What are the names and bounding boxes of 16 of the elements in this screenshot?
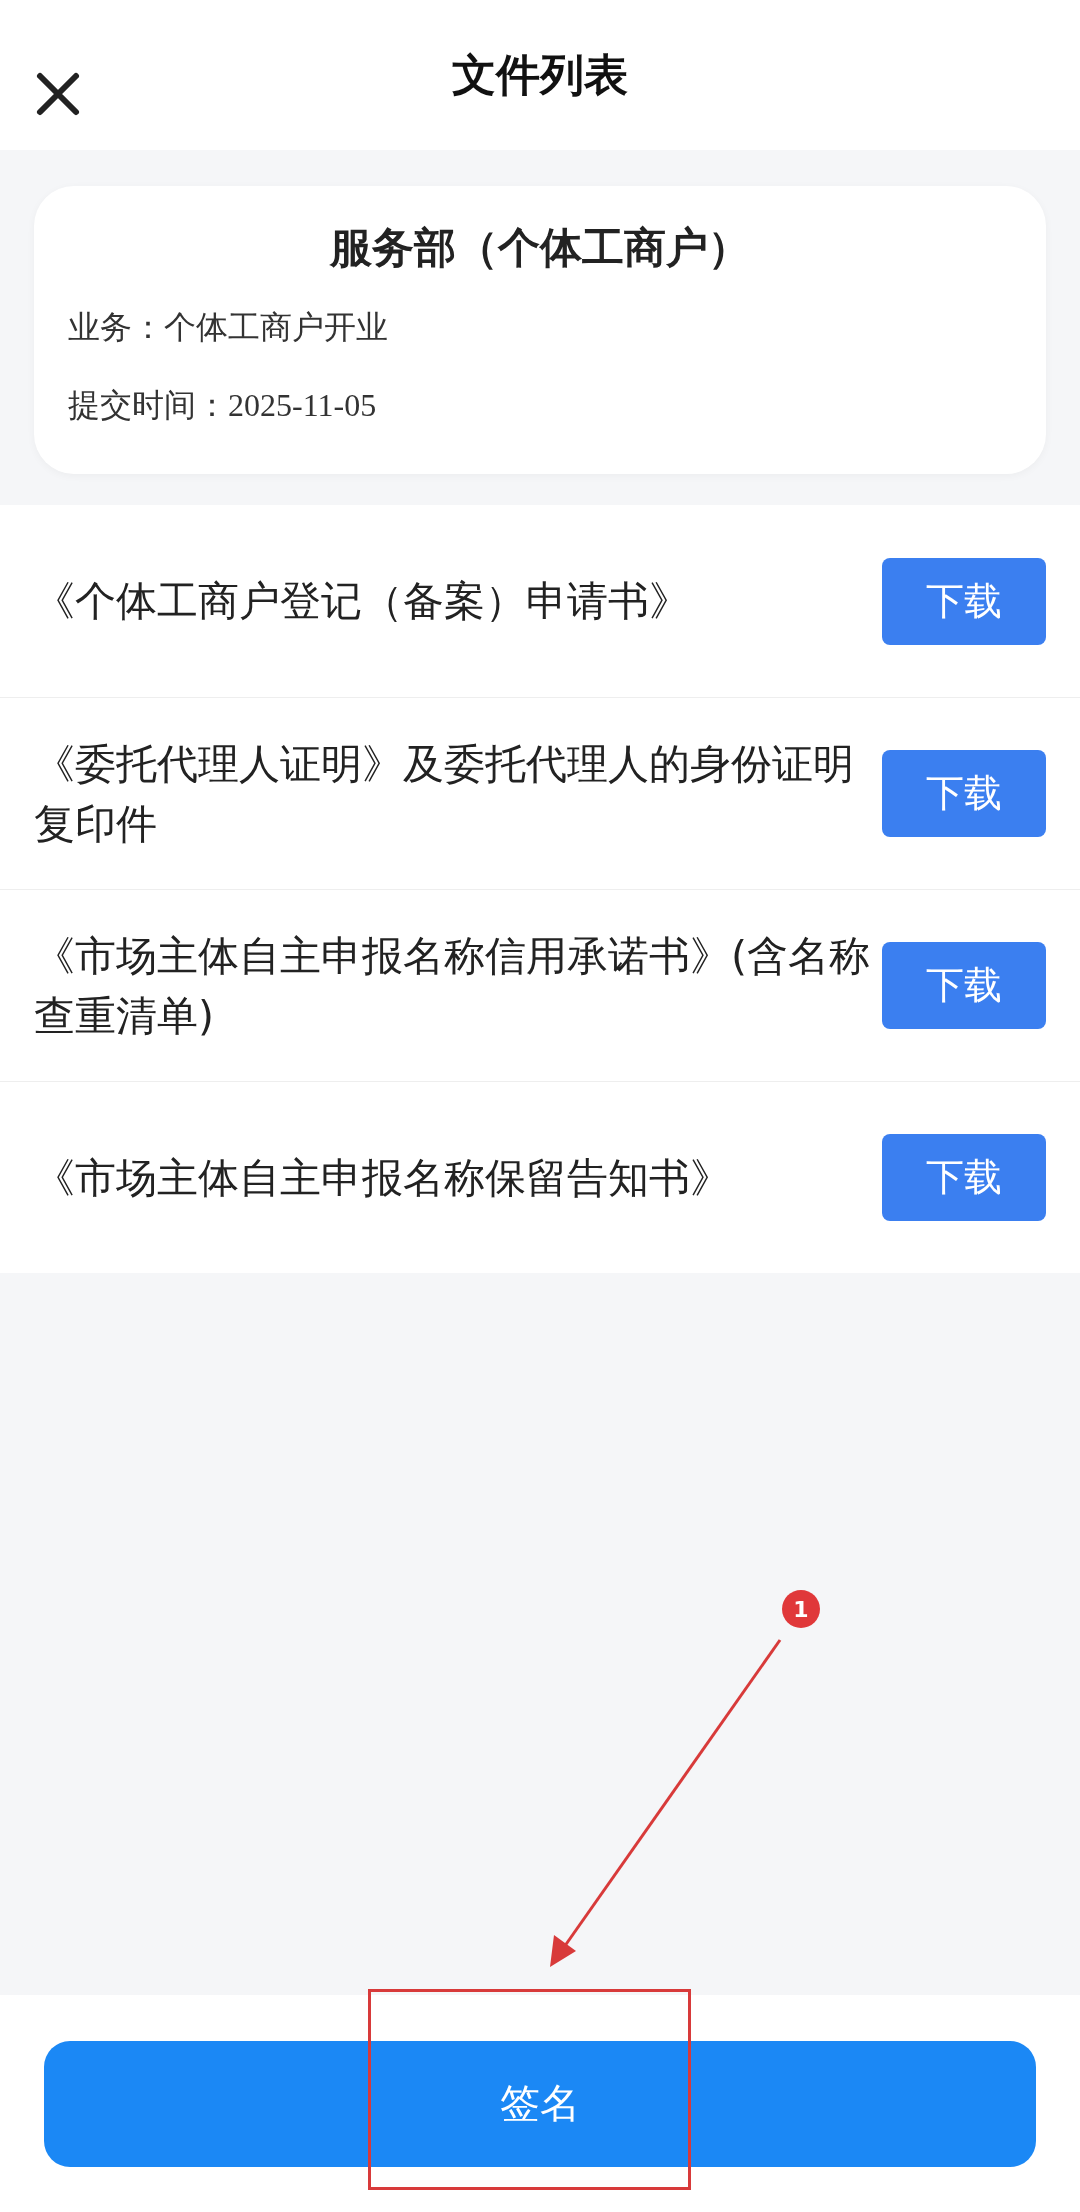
file-name: 《市场主体自主申报名称信用承诺书》(含名称查重清单) <box>34 930 871 1042</box>
download-button[interactable]: 下载 <box>882 1134 1046 1221</box>
card-title: 服务部（个体工商户） <box>328 222 751 274</box>
info-line: 业务：个体工商户开业 <box>68 308 389 347</box>
download-button[interactable]: 下载 <box>882 750 1046 837</box>
close-icon <box>34 70 82 118</box>
download-button[interactable]: 下载 <box>882 557 1046 645</box>
sign-button[interactable]: 签名 <box>44 2040 1036 2167</box>
page-title: 文件列表 <box>452 47 628 102</box>
file-name: 《市场主体自主申报名称保留告知书》 <box>34 1152 732 1204</box>
info-line: 提交时间：2025-11-05 <box>68 386 378 425</box>
file-name: 《委托代理人证明》及委托代理人的身份证明复印件 <box>34 738 855 850</box>
download-button[interactable]: 下载 <box>882 942 1046 1029</box>
step-badge: 1 <box>782 1590 820 1628</box>
file-name: 《个体工商户登记（备案）申请书》 <box>34 576 691 627</box>
close-button[interactable] <box>34 70 82 118</box>
